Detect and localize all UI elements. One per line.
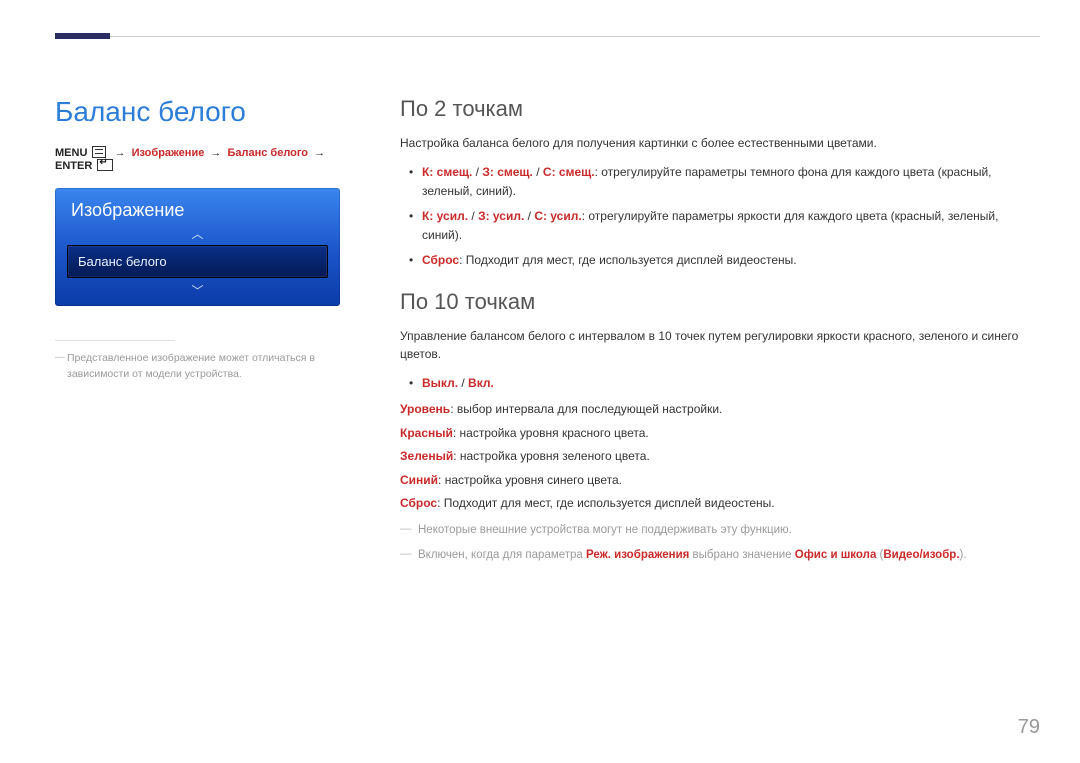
osd-selected-item[interactable]: Баланс белого	[67, 245, 328, 278]
param-label: З: смещ.	[482, 165, 533, 179]
param-label: К: усил.	[422, 209, 468, 223]
section-intro-2pt: Настройка баланса белого для получения к…	[400, 134, 1040, 153]
def-val: : настройка уровня зеленого цвета.	[453, 449, 650, 463]
note-param: Офис и школа	[795, 549, 877, 561]
option-off: Выкл.	[422, 376, 458, 390]
note-param: Реж. изображения	[586, 549, 689, 561]
def-val: : выбор интервала для последующей настро…	[450, 402, 722, 416]
def-key: Сброс	[400, 496, 437, 510]
header-rule	[55, 36, 1040, 37]
param-label: С: усил.	[534, 209, 581, 223]
list-2pt: К: смещ. / З: смещ. / С: смещ.: отрегули…	[400, 163, 1040, 271]
def-val: : настройка уровня красного цвета.	[453, 426, 649, 440]
page-number: 79	[1018, 716, 1040, 739]
def-key: Красный	[400, 426, 453, 440]
osd-title: Изображение	[55, 188, 340, 229]
enter-icon	[97, 159, 113, 171]
divider	[55, 340, 175, 341]
note-2: Включен, когда для параметра Реж. изобра…	[400, 546, 1040, 566]
note-1: Некоторые внешние устройства могут не по…	[400, 521, 1040, 541]
definitions: Уровень: выбор интервала для последующей…	[400, 399, 1040, 515]
breadcrumb: MENU → Изображение → Баланс белого → ENT…	[55, 146, 365, 172]
param-label: С: смещ.	[543, 165, 595, 179]
list-item: К: усил. / З: усил. / С: усил.: отрегули…	[400, 207, 1040, 245]
page-title: Баланс белого	[55, 96, 365, 128]
section-intro-10pt: Управление балансом белого с интервалом …	[400, 327, 1040, 364]
header-accent	[55, 33, 110, 39]
def-key: Синий	[400, 473, 438, 487]
list-item: Сброс: Подходит для мест, где использует…	[400, 251, 1040, 270]
def-val: : настройка уровня синего цвета.	[438, 473, 622, 487]
breadcrumb-step-1: Изображение	[132, 147, 205, 159]
param-label: К: смещ.	[422, 165, 472, 179]
section-heading-10pt: По 10 точкам	[400, 289, 1040, 315]
note-param: Видео/изобр.	[883, 549, 959, 561]
def-key: Уровень	[400, 402, 450, 416]
breadcrumb-menu: MENU	[55, 147, 87, 159]
section-heading-2pt: По 2 точкам	[400, 96, 1040, 122]
chevron-down-icon[interactable]: ﹀	[55, 280, 340, 306]
list-item: Выкл. / Вкл.	[400, 374, 1040, 393]
param-label: З: усил.	[478, 209, 524, 223]
list-item: К: смещ. / З: смещ. / С: смещ.: отрегули…	[400, 163, 1040, 201]
def-key: Зеленый	[400, 449, 453, 463]
osd-panel: Изображение ︿ Баланс белого ﹀	[55, 188, 340, 306]
list-10pt: Выкл. / Вкл.	[400, 374, 1040, 393]
param-desc: : Подходит для мест, где используется ди…	[459, 253, 797, 267]
breadcrumb-step-2: Баланс белого	[227, 147, 308, 159]
option-on: Вкл.	[468, 376, 494, 390]
breadcrumb-enter: ENTER	[55, 160, 92, 172]
left-footnote: Представленное изображение может отличат…	[55, 351, 365, 383]
chevron-up-icon[interactable]: ︿	[55, 229, 340, 243]
def-val: : Подходит для мест, где используется ди…	[437, 496, 775, 510]
param-label: Сброс	[422, 253, 459, 267]
